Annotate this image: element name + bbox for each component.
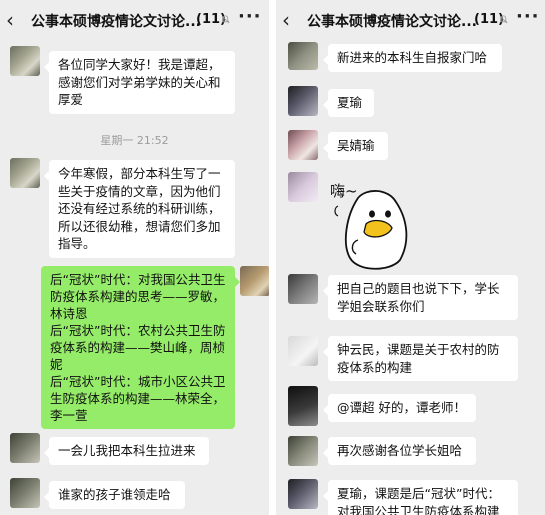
message-bubble[interactable]: 新进来的本科生自报家门哈 [323, 44, 502, 72]
message-text: 把自己的题目也说下下，学长学姐会联系你们 [337, 281, 500, 314]
avatar[interactable] [288, 436, 318, 466]
message-text: 钟云民，课题是关于农村的防疫体系的构建 [337, 342, 500, 375]
message-bubble[interactable]: 今年寒假，部分本科生写了一些关于疫情的文章，因为他们还没有经过系统的科研训练，所… [44, 160, 235, 258]
message-line: 后“冠状”时代：对我国公共卫生防疫体系构建的思考——罗敏，林诗恩 [50, 272, 226, 321]
right-chat-screen: ‹ 公事本硕博疫情论文讨论... (11) ··· 新进来的本科生自报家门哈 夏… [276, 0, 545, 515]
message-bubble[interactable]: 把自己的题目也说下下，学长学姐会联系你们 [323, 275, 518, 320]
duck-sticker[interactable]: 嗨~ [328, 170, 420, 272]
avatar[interactable] [10, 478, 40, 508]
chat-header: ‹ 公事本硕博疫情论文讨论... (11) ··· [276, 0, 545, 40]
avatar[interactable] [288, 336, 318, 366]
chat-title: 公事本硕博疫情论文讨论... [31, 14, 201, 30]
mute-bell-icon [221, 15, 230, 24]
avatar[interactable] [10, 158, 40, 188]
more-icon[interactable]: ··· [238, 6, 262, 27]
message-text: 吴婧瑜 [337, 138, 375, 153]
back-arrow-icon[interactable]: ‹ [6, 9, 22, 31]
message-text: 再次感谢各位学长姐哈 [337, 443, 463, 458]
message-bubble[interactable]: 各位同学大家好！我是谭超，感谢您们对学弟学妹的关心和厚爱 [44, 51, 235, 114]
panel-divider [269, 0, 276, 515]
message-text: 各位同学大家好！我是谭超，感谢您们对学弟学妹的关心和厚爱 [58, 57, 221, 107]
message-text: 新进来的本科生自报家门哈 [337, 50, 488, 65]
message-line: 后“冠状”时代：农村公共卫生防疫体系的构建——樊山峰，周桢妮 [50, 323, 226, 372]
avatar[interactable] [10, 46, 40, 76]
avatar[interactable] [288, 172, 318, 202]
message-text: 谁家的孩子谁领走哈 [58, 487, 171, 502]
message-line: 夏瑜，课题是后“冠状”时代： [337, 486, 500, 501]
avatar[interactable] [288, 274, 318, 304]
message-text: 夏瑜 [337, 95, 363, 110]
message-bubble[interactable]: 谁家的孩子谁领走哈 [44, 481, 185, 509]
sticker-caption: 嗨~ [330, 182, 358, 200]
time-divider: 星期一 21:52 [100, 134, 169, 147]
avatar[interactable] [10, 433, 40, 463]
outgoing-message-bubble[interactable]: 后“冠状”时代：对我国公共卫生防疫体系构建的思考——罗敏，林诗恩 后“冠状”时代… [41, 266, 240, 429]
message-bubble[interactable]: 吴婧瑜 [323, 132, 388, 160]
message-text: @谭超 好的，谭老师！ [337, 400, 466, 415]
message-bubble[interactable]: 钟云民，课题是关于农村的防疫体系的构建 [323, 336, 518, 381]
message-line: 对我国公共卫生防疫体系构建 [337, 503, 500, 515]
avatar[interactable] [288, 130, 318, 160]
message-line: 后“冠状”时代：城市小区公共卫生防疫体系的构建——林荣全，李一萱 [50, 374, 226, 423]
chat-title: 公事本硕博疫情论文讨论... [307, 14, 477, 30]
message-bubble[interactable]: 夏瑜 [323, 89, 374, 117]
mute-bell-icon [499, 15, 508, 24]
message-bubble[interactable]: 夏瑜，课题是后“冠状”时代： 对我国公共卫生防疫体系构建 [323, 480, 518, 515]
avatar[interactable] [288, 86, 318, 116]
back-arrow-icon[interactable]: ‹ [282, 9, 298, 31]
message-text: 一会儿我把本科生拉进来 [58, 443, 196, 458]
message-bubble[interactable]: 一会儿我把本科生拉进来 [44, 437, 209, 465]
my-avatar[interactable] [240, 266, 269, 296]
message-bubble[interactable]: @谭超 好的，谭老师！ [323, 394, 476, 422]
message-text: 今年寒假，部分本科生写了一些关于疫情的文章，因为他们还没有经过系统的科研训练，所… [58, 166, 221, 251]
chat-header: ‹ 公事本硕博疫情论文讨论... (11) ··· [0, 0, 269, 40]
more-icon[interactable]: ··· [516, 6, 540, 27]
avatar[interactable] [288, 386, 318, 426]
left-chat-screen: ‹ 公事本硕博疫情论文讨论... (11) ··· 各位同学大家好！我是谭超，感… [0, 0, 269, 515]
avatar[interactable] [288, 42, 318, 70]
message-bubble[interactable]: 再次感谢各位学长姐哈 [323, 437, 476, 465]
avatar[interactable] [288, 479, 318, 509]
